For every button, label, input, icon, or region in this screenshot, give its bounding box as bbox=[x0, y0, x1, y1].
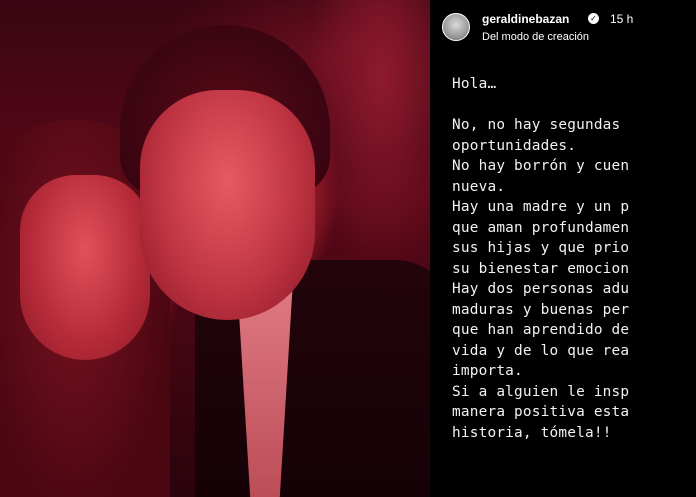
woman-face bbox=[20, 175, 150, 360]
story-text: Hola… No, no hay segundas oportunidades. No… bbox=[452, 74, 696, 443]
story-line: oportunidades. bbox=[452, 137, 577, 154]
story-line: que han aprendido de bbox=[452, 322, 630, 338]
story-photo bbox=[0, 0, 430, 497]
story-line: No, no hay segundas bbox=[452, 117, 621, 133]
story-line: nueva. bbox=[452, 178, 506, 195]
story-line: su bienestar emocion bbox=[452, 260, 630, 277]
story-line: Hola… bbox=[452, 76, 497, 92]
man-face bbox=[140, 90, 315, 320]
story-line: No hay borrón y cuen bbox=[452, 158, 630, 174]
story-line: que aman profundamen bbox=[452, 219, 630, 236]
story-line: Hay una madre y un p bbox=[452, 199, 630, 215]
story-header: geraldinebazan ✓ 15 h Del modo de creaci… bbox=[430, 8, 696, 48]
story-line: importa. bbox=[452, 363, 523, 379]
story-line: Si a alguien le insp bbox=[452, 383, 630, 400]
story-line-gap bbox=[452, 95, 696, 116]
story-line: manera positiva esta bbox=[452, 404, 630, 420]
story-subtitle: Del modo de creación bbox=[482, 31, 590, 43]
post-time: 15 h bbox=[610, 12, 634, 26]
avatar[interactable] bbox=[442, 13, 470, 41]
username[interactable]: geraldinebazan bbox=[482, 12, 569, 26]
verified-badge-icon: ✓ bbox=[588, 13, 599, 24]
story-line: Hay dos personas adu bbox=[452, 281, 630, 297]
story-line: maduras y buenas per bbox=[452, 301, 630, 318]
story-line: vida y de lo que rea bbox=[452, 342, 630, 359]
story-line: sus hijas y que prio bbox=[452, 240, 630, 256]
story-panel: geraldinebazan ✓ 15 h Del modo de creaci… bbox=[430, 0, 696, 497]
story-line: historia, tómela!! bbox=[452, 424, 612, 441]
